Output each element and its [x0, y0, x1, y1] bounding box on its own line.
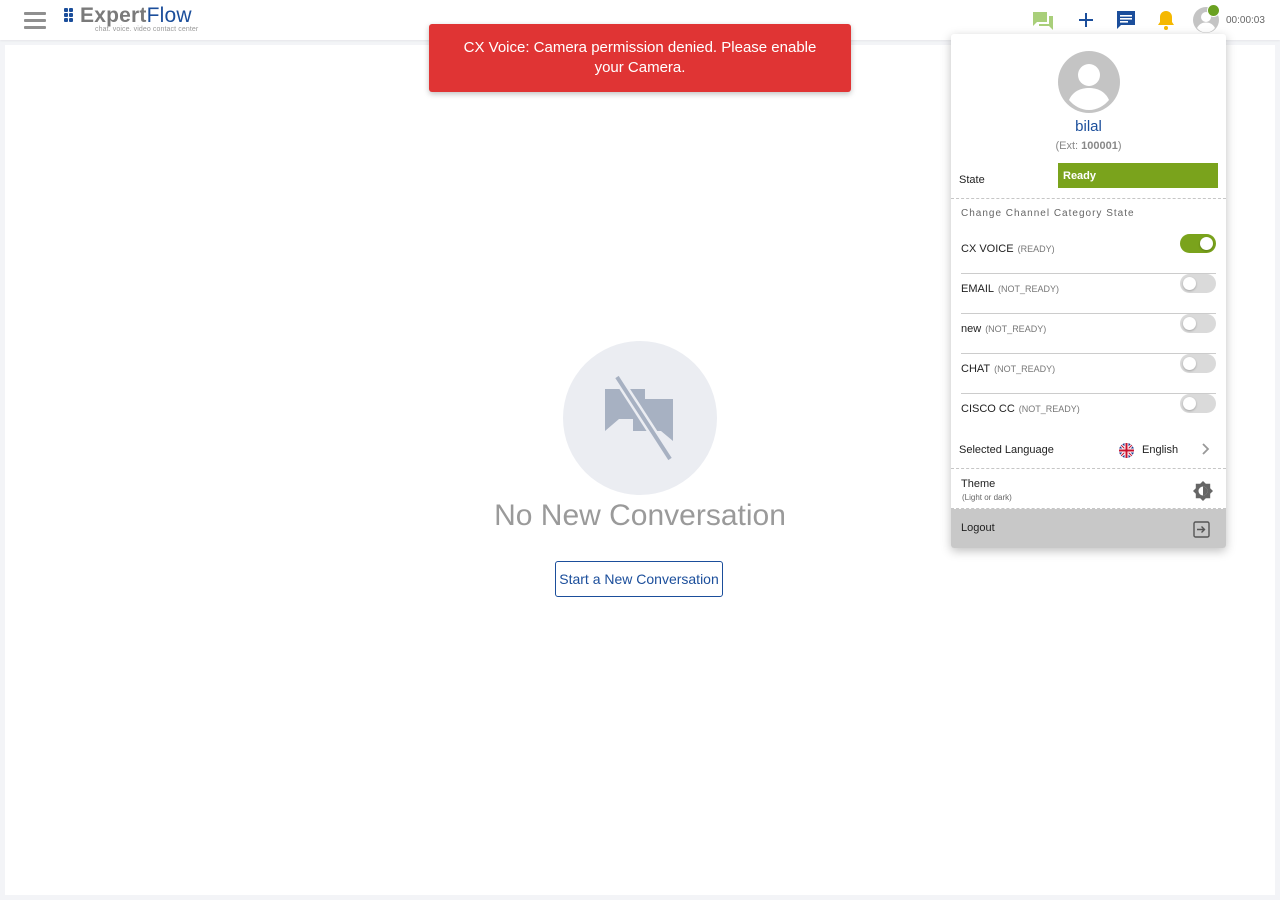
chat-icon[interactable] — [1114, 8, 1138, 32]
agent-status-dot — [1207, 4, 1220, 17]
divider — [951, 468, 1226, 469]
language-label: Selected Language — [959, 444, 1054, 456]
channel-status: (READY) — [1017, 244, 1055, 254]
state-label: State — [959, 174, 985, 186]
logout-label: Logout — [961, 522, 995, 534]
profile-avatar-icon — [1057, 50, 1121, 114]
menu-icon[interactable] — [24, 12, 46, 30]
uk-flag-icon — [1119, 443, 1134, 458]
chat-off-icon — [605, 374, 674, 462]
profile-extension: (Ext: 100001) — [1055, 140, 1122, 152]
channel-row-new: new (NOT_READY) — [961, 314, 1216, 354]
channel-section-title: Change Channel Category State — [961, 208, 1135, 219]
channel-name: new — [961, 323, 982, 335]
theme-toggle-icon[interactable] — [1192, 480, 1214, 502]
channel-toggle-cx-voice[interactable] — [1180, 234, 1216, 253]
theme-label: Theme — [961, 478, 996, 490]
channel-row-email: EMAIL (NOT_READY) — [961, 274, 1216, 314]
channel-row-cx-voice: CX VOICE (READY) — [961, 234, 1216, 274]
channel-name: CX VOICE — [961, 243, 1014, 255]
logo-wordmark: ExpertFlow — [80, 4, 192, 27]
logo-dots-icon — [64, 8, 78, 22]
bell-icon[interactable] — [1154, 8, 1178, 32]
channel-toggle-cisco-cc[interactable] — [1180, 394, 1216, 413]
channel-status: (NOT_READY) — [998, 284, 1060, 294]
channel-status: (NOT_READY) — [985, 324, 1047, 334]
conversations-icon[interactable] — [1031, 8, 1055, 32]
channel-row-cisco-cc: CISCO CC (NOT_READY) — [961, 394, 1216, 434]
profile-dropdown: bilal (Ext: 100001) State Ready Change C… — [951, 34, 1226, 548]
channel-row-chat: CHAT (NOT_READY) — [961, 354, 1216, 394]
logout-icon — [1193, 521, 1210, 538]
language-selector[interactable]: English — [1142, 444, 1178, 456]
error-toast[interactable]: CX Voice: Camera permission denied. Plea… — [429, 24, 851, 92]
channel-name: CISCO CC — [961, 403, 1015, 415]
state-dropdown[interactable]: Ready — [1058, 163, 1218, 188]
chevron-right-icon[interactable] — [1200, 442, 1212, 456]
logo-tagline: chat. voice. video contact center — [95, 26, 199, 33]
expertflow-logo[interactable]: ExpertFlow chat. voice. video contact ce… — [64, 5, 204, 35]
theme-sublabel: (Light or dark) — [962, 493, 1012, 502]
channel-toggle-chat[interactable] — [1180, 354, 1216, 373]
channel-toggle-new[interactable] — [1180, 314, 1216, 333]
add-icon[interactable] — [1074, 8, 1098, 32]
empty-state-title: No New Conversation — [494, 499, 786, 532]
no-conversation-illustration — [563, 341, 717, 495]
profile-name: bilal — [1075, 118, 1102, 135]
session-timer: 00:00:03 — [1226, 15, 1265, 26]
channel-status: (NOT_READY) — [1018, 404, 1080, 414]
logout-button[interactable]: Logout — [951, 509, 1226, 548]
channel-toggle-email[interactable] — [1180, 274, 1216, 293]
channel-status: (NOT_READY) — [994, 364, 1056, 374]
channel-name: CHAT — [961, 363, 991, 375]
start-conversation-button[interactable]: Start a New Conversation — [555, 561, 723, 597]
channel-name: EMAIL — [961, 283, 995, 295]
divider — [951, 198, 1226, 199]
